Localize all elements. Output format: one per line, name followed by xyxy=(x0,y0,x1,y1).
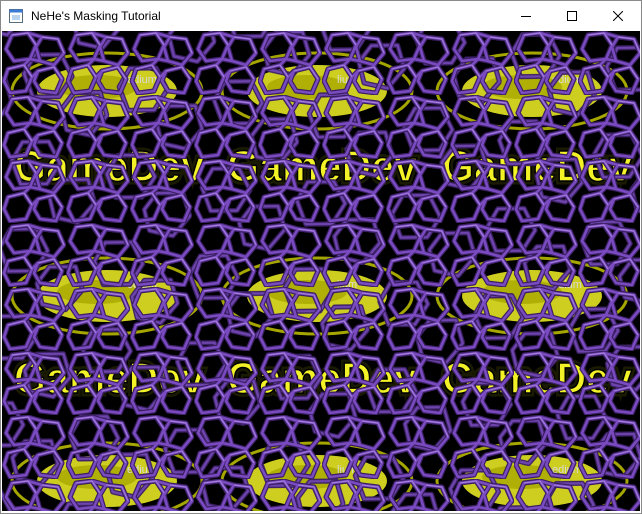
mesh-layer-front xyxy=(2,31,640,511)
title-bar[interactable]: NeHe's Masking Tutorial xyxy=(1,1,641,31)
minimize-icon xyxy=(521,16,531,17)
maximize-icon xyxy=(567,11,577,21)
opengl-window-icon xyxy=(9,9,23,23)
maximize-button[interactable] xyxy=(549,1,595,31)
close-button[interactable] xyxy=(595,1,641,31)
close-icon xyxy=(613,11,623,21)
minimize-button[interactable] xyxy=(503,1,549,31)
window-title: NeHe's Masking Tutorial xyxy=(31,9,161,23)
masked-scene: ediumliumediumediumliumediumediumliumedi… xyxy=(2,31,640,511)
app-window: NeHe's Masking Tutorial xyxy=(0,0,642,514)
opengl-render-viewport[interactable]: ediumliumediumediumliumediumediumliumedi… xyxy=(2,31,640,511)
